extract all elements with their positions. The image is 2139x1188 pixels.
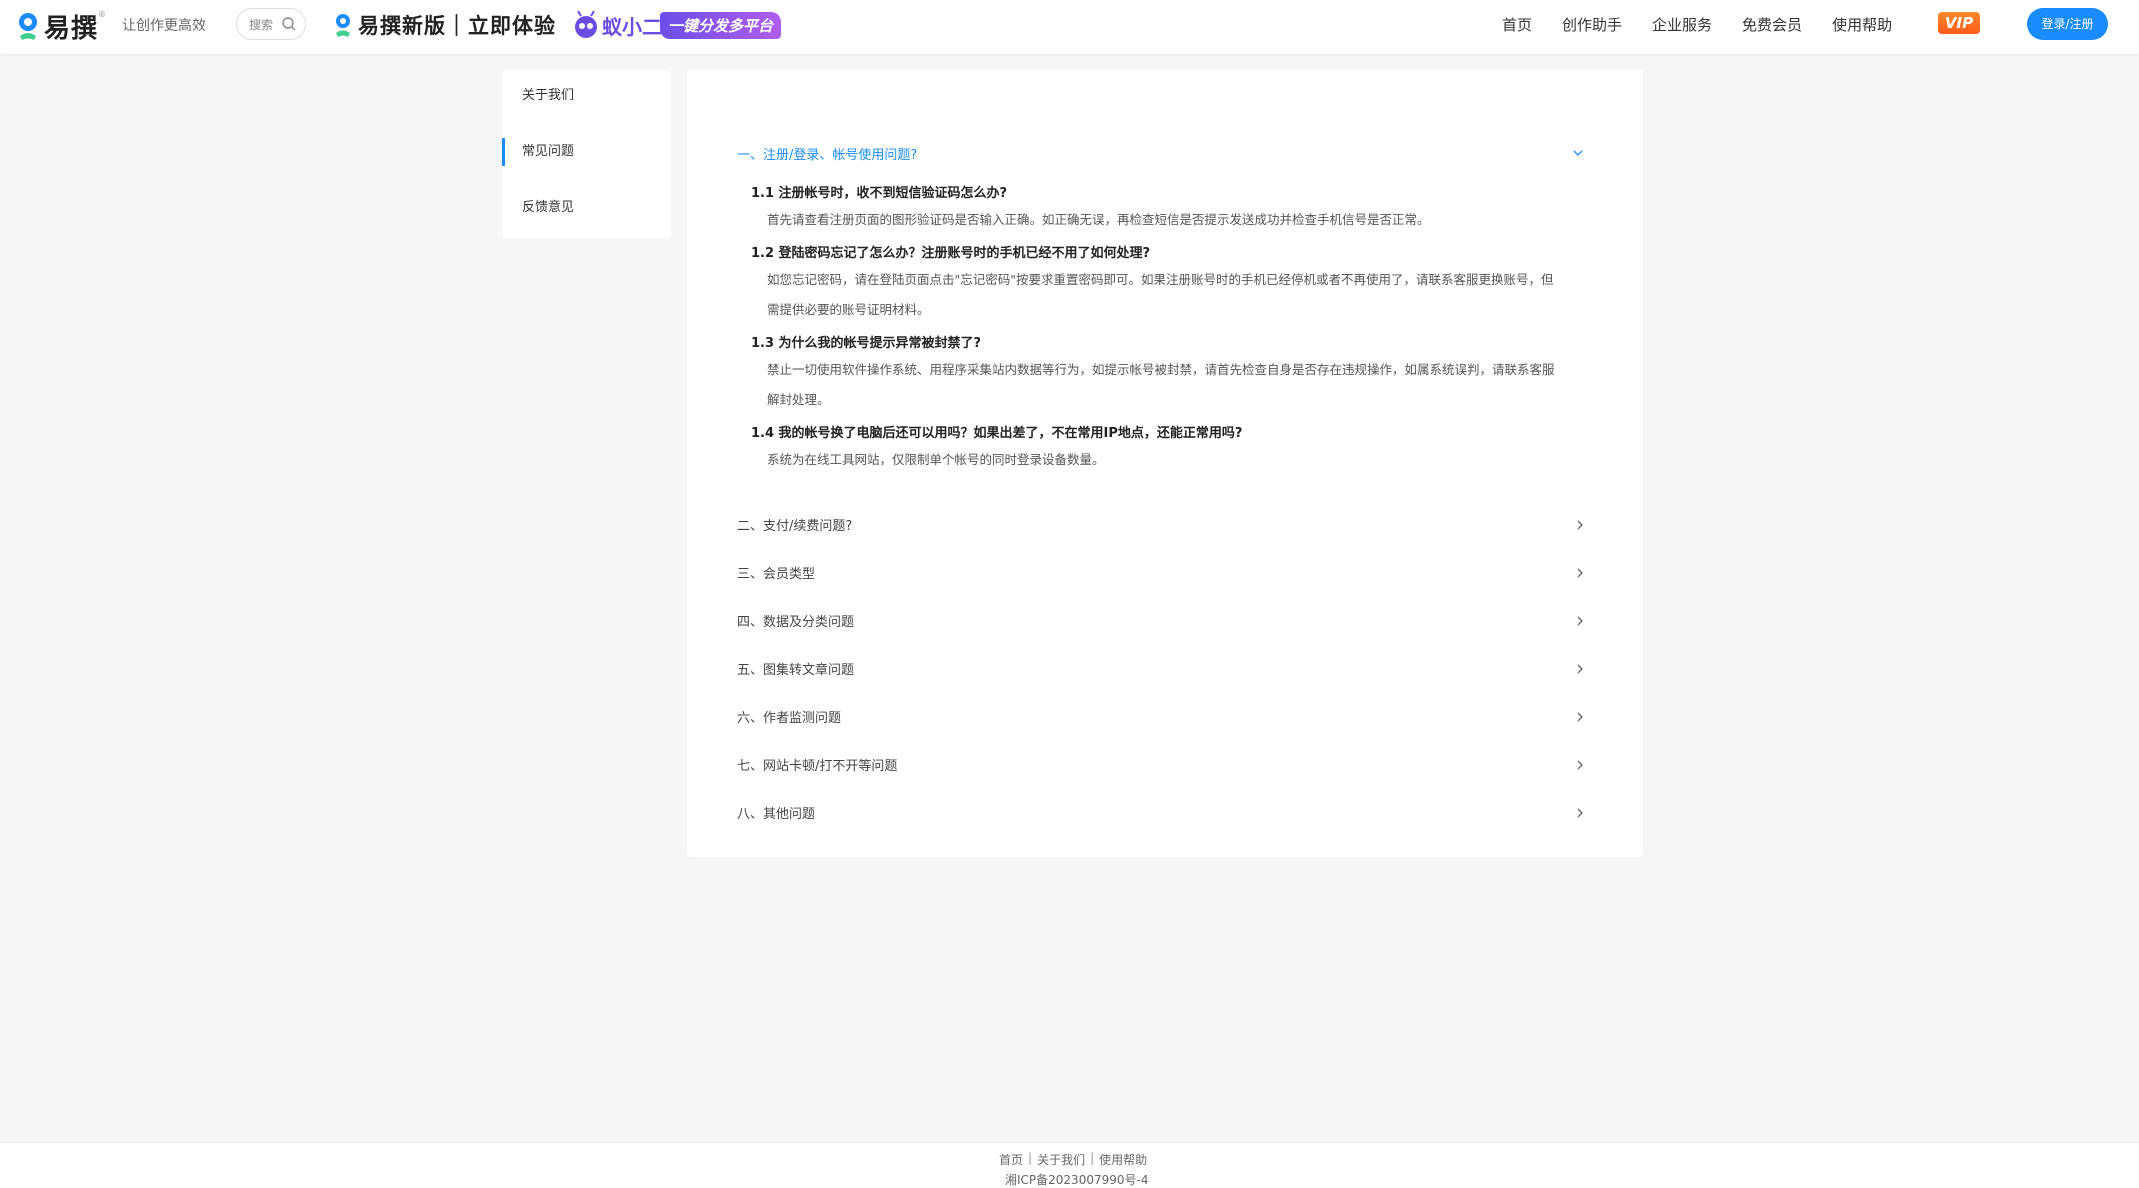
nav-creation-assistant[interactable]: 创作助手	[1562, 14, 1622, 35]
chevron-right-icon	[1577, 568, 1583, 578]
registered-mark: ®	[98, 10, 107, 19]
site-slogan: 让创作更高效	[122, 18, 206, 34]
sidebar-item-faq[interactable]: 常见问题	[502, 136, 671, 168]
nav-enterprise[interactable]: 企业服务	[1652, 14, 1712, 35]
new-version-text: 易撰新版｜立即体验	[358, 14, 556, 38]
faq-answer: 系统为在线工具网站，仅限制单个帐号的同时登录设备数量。	[767, 452, 1105, 467]
ant-mascot-icon	[575, 10, 597, 38]
faq-section-title: 六、作者监测问题	[737, 711, 842, 726]
location-pin-icon	[19, 13, 37, 40]
footer-separator: |	[1028, 1151, 1033, 1165]
faq-answer: 如您忘记密码，请在登陆页面点击"忘记密码"按要求重置密码即可。如果注册账号时的手…	[767, 272, 1554, 287]
footer-link-home[interactable]: 首页	[999, 1151, 1023, 1168]
new-version-promo[interactable]: 易撰新版｜立即体验	[332, 10, 556, 40]
page-footer: 首页 | 关于我们 | 使用帮助 湘ICP备2023007990号-4	[0, 1142, 2139, 1188]
site-logo[interactable]: 易撰 ®	[14, 8, 106, 44]
faq-section-title: 二、支付/续费问题?	[737, 519, 853, 534]
logo-text: 易撰	[44, 13, 99, 44]
faq-section-payment[interactable]: 二、支付/续费问题?	[737, 513, 1587, 537]
nav-help[interactable]: 使用帮助	[1832, 14, 1892, 35]
faq-section-author-monitor[interactable]: 六、作者监测问题	[737, 705, 1587, 729]
faq-section-title: 八、其他问题	[737, 807, 816, 822]
nav-home[interactable]: 首页	[1502, 14, 1532, 35]
chevron-right-icon	[1577, 664, 1583, 674]
chevron-right-icon	[1577, 616, 1583, 626]
faq-section-gallery[interactable]: 五、图集转文章问题	[737, 657, 1587, 681]
vip-button[interactable]: VIP	[1938, 12, 1980, 34]
faq-answer: 需提供必要的账号证明材料。	[767, 302, 930, 317]
search-icon[interactable]	[281, 16, 297, 32]
faq-section-account-title[interactable]: 一、注册/登录、帐号使用问题?	[737, 144, 917, 163]
distribute-badge: 一键分发多平台	[660, 11, 782, 39]
faq-section-membership[interactable]: 三、会员类型	[737, 561, 1587, 585]
footer-separator: |	[1090, 1151, 1095, 1165]
chevron-right-icon	[1577, 760, 1583, 770]
chevron-right-icon	[1577, 520, 1583, 530]
faq-answer: 首先请查看注册页面的图形验证码是否输入正确。如正确无误，再检查短信是否提示发送成…	[767, 212, 1430, 227]
top-header: 易撰 ® 让创作更高效 搜索 易撰新版｜立即体验 蚁小二 一键分发多平台 首页 …	[0, 0, 2139, 54]
sidebar-item-feedback[interactable]: 反馈意见	[502, 192, 671, 224]
icp-license[interactable]: 湘ICP备2023007990号-4	[1005, 1171, 1148, 1188]
faq-question: 1.2 登陆密码忘记了怎么办？注册账号时的手机已经不用了如何处理?	[751, 246, 1151, 261]
chevron-right-icon	[1577, 712, 1583, 722]
faq-answer: 解封处理。	[767, 392, 830, 407]
location-pin-icon	[336, 14, 350, 37]
faq-question: 1.4 我的帐号换了电脑后还可以用吗？如果出差了，不在常用IP地点，还能正常用吗…	[751, 426, 1243, 441]
main-nav: 首页 创作助手 企业服务 免费会员 使用帮助	[1502, 14, 1892, 35]
faq-section-site-issues[interactable]: 七、网站卡顿/打不开等问题	[737, 753, 1587, 777]
footer-link-help[interactable]: 使用帮助	[1099, 1151, 1147, 1168]
search-input[interactable]: 搜索	[236, 8, 306, 40]
faq-section-title: 四、数据及分类问题	[737, 615, 855, 630]
sidebar-item-about[interactable]: 关于我们	[502, 80, 671, 112]
faq-section-title: 三、会员类型	[737, 567, 816, 582]
faq-question: 1.1 注册帐号时，收不到短信验证码怎么办?	[751, 186, 1008, 201]
search-placeholder: 搜索	[249, 17, 274, 32]
faq-panel: 一、注册/登录、帐号使用问题? 1.1 注册帐号时，收不到短信验证码怎么办? 首…	[687, 70, 1643, 857]
faq-section-title: 五、图集转文章问题	[737, 663, 855, 678]
faq-section-data[interactable]: 四、数据及分类问题	[737, 609, 1587, 633]
yixiaoer-name: 蚁小二	[602, 14, 662, 39]
nav-free-member[interactable]: 免费会员	[1742, 14, 1802, 35]
yixiaoer-promo[interactable]: 蚁小二 一键分发多平台	[572, 10, 782, 40]
help-sidebar: 关于我们 常见问题 反馈意见	[502, 70, 671, 238]
faq-answer: 禁止一切使用软件操作系统、用程序采集站内数据等行为，如提示帐号被封禁，请首先检查…	[767, 362, 1555, 377]
chevron-right-icon	[1577, 808, 1583, 818]
footer-link-about[interactable]: 关于我们	[1037, 1151, 1085, 1168]
login-register-button[interactable]: 登录/注册	[2027, 8, 2108, 40]
chevron-down-icon[interactable]	[1571, 146, 1585, 160]
footer-links: 首页 | 关于我们 | 使用帮助	[999, 1151, 1147, 1168]
faq-section-other[interactable]: 八、其他问题	[737, 801, 1587, 825]
faq-section-title: 七、网站卡顿/打不开等问题	[737, 759, 898, 774]
faq-question: 1.3 为什么我的帐号提示异常被封禁了?	[751, 336, 982, 351]
